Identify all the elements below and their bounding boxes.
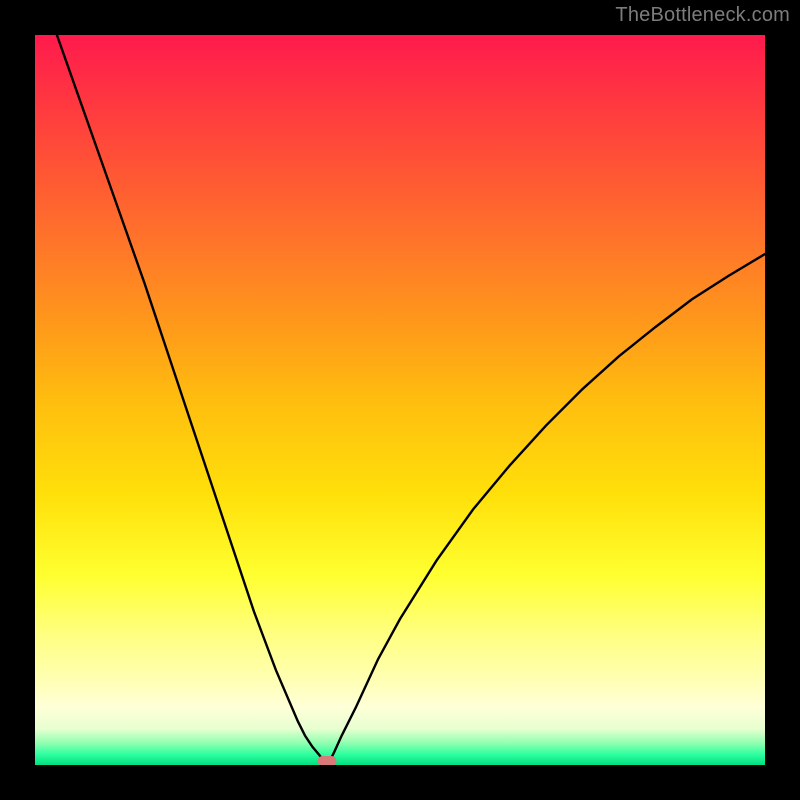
- optimum-marker: [318, 756, 337, 765]
- outer-frame: TheBottleneck.com: [0, 0, 800, 800]
- watermark-text: TheBottleneck.com: [615, 4, 790, 27]
- bottleneck-curve: [57, 35, 765, 763]
- plot-area: [35, 35, 765, 765]
- curve-svg: [35, 35, 765, 765]
